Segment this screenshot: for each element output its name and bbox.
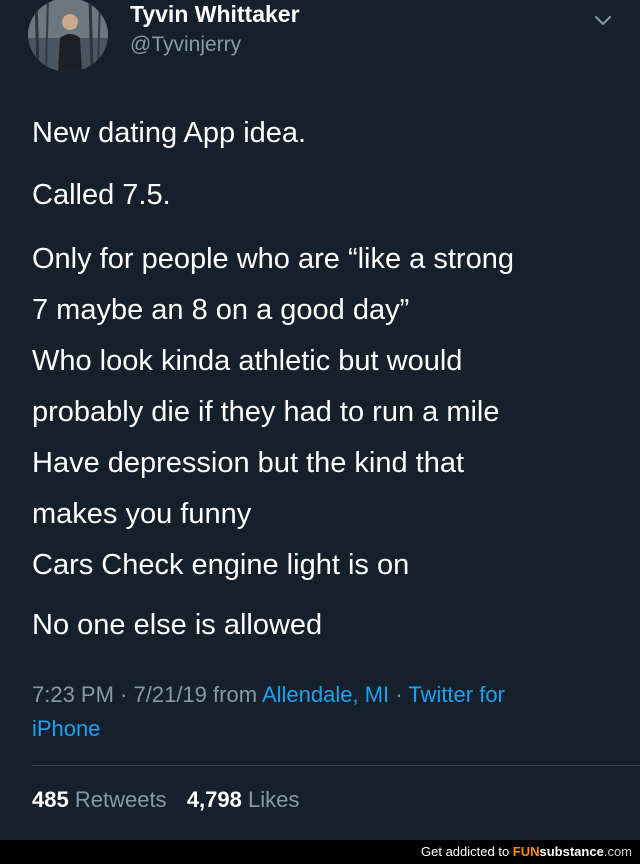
- watermark-brand-substance: substance: [539, 844, 604, 859]
- author-handle[interactable]: @Tyvinjerry: [130, 33, 241, 57]
- tweet-line: Only for people who are “like a strong: [32, 243, 514, 275]
- source-line-1: Twitter for: [408, 682, 505, 707]
- watermark-brand-tld: .com: [603, 844, 632, 859]
- watermark-prefix: Get addicted to: [421, 844, 510, 859]
- tweet-line: Called 7.5.: [32, 179, 171, 211]
- profile-photo: [28, 0, 108, 72]
- likes-count: 4,798: [186, 787, 242, 812]
- tweet-screenshot: Tyvin Whittaker @Tyvinjerry New dating A…: [0, 0, 640, 864]
- retweets-count: 485: [32, 787, 69, 812]
- tweet-line: New dating App idea.: [32, 117, 307, 149]
- tweet-time[interactable]: 7:23 PM: [32, 682, 114, 707]
- tweet-line: No one else is allowed: [32, 609, 323, 641]
- tweet-date[interactable]: 7/21/19: [134, 682, 207, 707]
- watermark-brand-fun: FUN: [512, 844, 540, 859]
- source-line-2: iPhone: [32, 716, 101, 741]
- watermark-text: Get addicted to FUNsubstance.com: [421, 842, 632, 862]
- chevron-down-icon[interactable]: [592, 9, 614, 31]
- avatar[interactable]: [28, 0, 108, 72]
- tweet-line: 7 maybe an 8 on a good day”: [32, 294, 410, 326]
- tweet-line: makes you funny: [32, 498, 252, 530]
- likes-label: Likes: [248, 787, 300, 812]
- retweets-stat[interactable]: 485 Retweets: [32, 787, 167, 812]
- divider: [32, 765, 640, 766]
- retweets-label: Retweets: [74, 787, 167, 812]
- author-name[interactable]: Tyvin Whittaker: [130, 1, 300, 27]
- tweet-stats: 485 Retweets 4,798 Likes: [32, 785, 299, 815]
- tweet-line: Who look kinda athletic but would: [32, 345, 463, 377]
- tweet-line: Cars Check engine light is on: [32, 549, 410, 581]
- likes-stat[interactable]: 4,798 Likes: [187, 787, 300, 812]
- tweet-line: Have depression but the kind that: [32, 447, 465, 479]
- meta-separator: ·: [395, 682, 403, 707]
- watermark-bar: Get addicted to FUNsubstance.com: [0, 840, 640, 864]
- location-link[interactable]: Allendale, MI: [262, 682, 389, 707]
- tweet-line: probably die if they had to run a mile: [32, 396, 500, 428]
- tweet-meta: 7:23 PM · 7/21/19 from Allendale, MI · T…: [32, 678, 612, 746]
- from-label: from: [213, 682, 258, 707]
- meta-separator: ·: [120, 682, 128, 707]
